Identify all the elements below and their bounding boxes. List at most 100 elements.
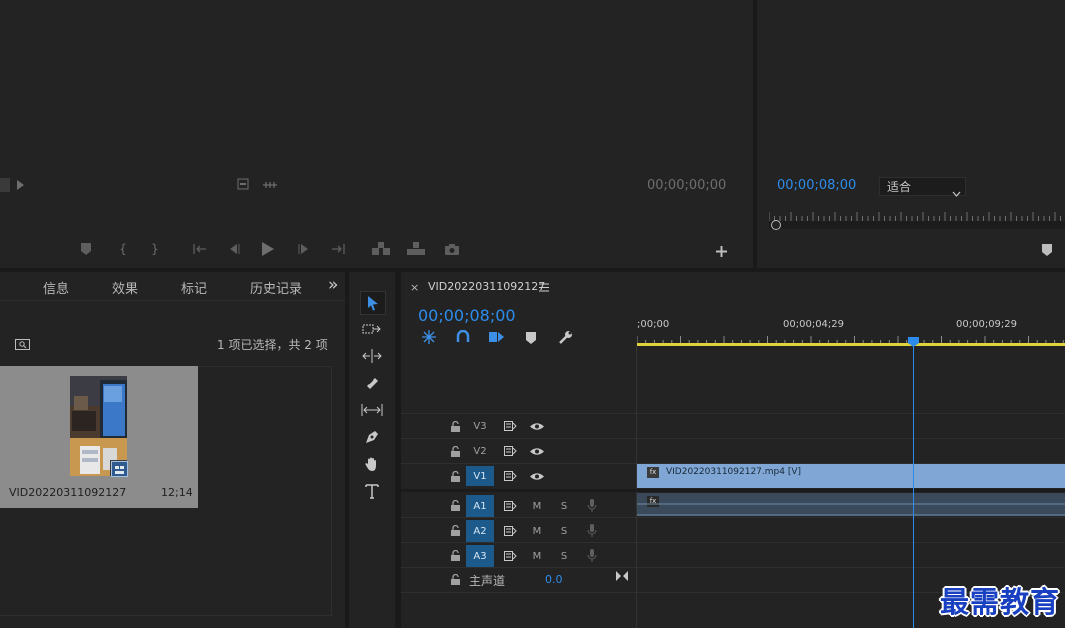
sequence-tab[interactable]: VID20220311092127 xyxy=(428,280,545,293)
program-scroll-track[interactable] xyxy=(769,221,1065,229)
solo-button[interactable]: S xyxy=(557,547,571,565)
microphone-icon[interactable] xyxy=(585,523,599,539)
eye-icon[interactable] xyxy=(529,419,545,433)
add-button-icon[interactable] xyxy=(714,244,728,258)
sequence-menu-icon[interactable] xyxy=(538,281,550,293)
source-monitor: 00;00;00;00 { } xyxy=(0,0,753,268)
track-target-a1[interactable]: A1 xyxy=(466,495,494,517)
audio-waveform xyxy=(637,503,1065,516)
video-clip[interactable]: fx VID20220311092127.mp4 [V] xyxy=(637,464,1065,488)
linked-selection-icon[interactable] xyxy=(488,329,504,345)
audio-clip[interactable]: fx xyxy=(637,493,1065,516)
track-target-v3[interactable]: V3 xyxy=(466,416,494,436)
master-go-to-end-icon[interactable] xyxy=(615,570,629,582)
program-monitor: 00;00;08;00 适合 xyxy=(757,0,1065,268)
go-to-out-icon[interactable] xyxy=(330,242,346,256)
timeline-marker-icon[interactable] xyxy=(524,331,538,345)
track-lock-icon[interactable] xyxy=(449,498,461,512)
search-bin-icon[interactable] xyxy=(14,337,30,351)
clip-fx-badge[interactable]: fx xyxy=(647,467,659,478)
ruler-label-1: 00;00;04;29 xyxy=(783,319,845,330)
sync-lock-icon[interactable] xyxy=(503,549,517,563)
track-separator xyxy=(401,517,1065,518)
microphone-icon[interactable] xyxy=(585,498,599,514)
source-play-arrow-icon[interactable] xyxy=(15,179,25,191)
time-ruler[interactable] xyxy=(636,330,1065,345)
snap-icon[interactable] xyxy=(455,329,471,345)
sync-lock-icon[interactable] xyxy=(503,524,517,538)
nest-sequence-icon[interactable] xyxy=(421,329,437,345)
master-lock-icon[interactable] xyxy=(449,572,461,586)
ruler-label-0: ;00;00 xyxy=(637,319,670,330)
tab-markers[interactable]: 标记 xyxy=(181,278,207,297)
program-marker-icon[interactable] xyxy=(1040,243,1054,257)
master-volume-value[interactable]: 0.0 xyxy=(545,573,563,586)
export-frame-icon[interactable] xyxy=(444,242,460,256)
tab-overflow-button[interactable]: » xyxy=(328,275,338,295)
tab-info[interactable]: 信息 xyxy=(43,278,69,297)
track-lock-icon[interactable] xyxy=(449,548,461,562)
go-to-in-icon[interactable] xyxy=(192,242,208,256)
microphone-icon[interactable] xyxy=(585,548,599,564)
play-icon[interactable] xyxy=(260,241,276,257)
track-lock-icon[interactable] xyxy=(449,469,461,483)
overwrite-icon[interactable] xyxy=(406,241,426,257)
hand-tool-icon[interactable] xyxy=(360,453,384,475)
track-lock-icon[interactable] xyxy=(449,444,461,458)
program-ruler[interactable] xyxy=(768,207,1065,222)
ripple-edit-tool-icon[interactable] xyxy=(360,345,384,367)
sync-lock-icon[interactable] xyxy=(503,499,517,513)
track-target-a3[interactable]: A3 xyxy=(466,545,494,567)
sync-lock-icon[interactable] xyxy=(503,419,517,433)
timeline-settings-wrench-icon[interactable] xyxy=(557,329,573,345)
type-tool-icon[interactable] xyxy=(360,480,384,502)
master-track-label: 主声道 xyxy=(469,574,506,588)
sync-lock-icon[interactable] xyxy=(503,469,517,483)
timeline-timecode[interactable]: 00;00;08;00 xyxy=(418,306,516,325)
mute-button[interactable]: M xyxy=(530,497,544,515)
mute-button[interactable]: M xyxy=(530,547,544,565)
sync-lock-icon[interactable] xyxy=(503,444,517,458)
step-back-icon[interactable] xyxy=(227,242,241,256)
source-zoom-arrow-icon[interactable] xyxy=(0,178,10,192)
add-marker-icon[interactable] xyxy=(79,242,93,256)
mute-button[interactable]: M xyxy=(530,522,544,540)
track-lock-icon[interactable] xyxy=(449,419,461,433)
step-forward-icon[interactable] xyxy=(297,242,311,256)
playhead-handle[interactable] xyxy=(908,332,919,347)
work-area-bar[interactable] xyxy=(637,343,1065,346)
source-settings-icon[interactable] xyxy=(236,177,250,191)
solo-button[interactable]: S xyxy=(557,497,571,515)
track-lock-icon[interactable] xyxy=(449,523,461,537)
zoom-select[interactable]: 适合 xyxy=(879,177,966,197)
track-target-v2[interactable]: V2 xyxy=(466,441,494,461)
mark-out-icon[interactable]: } xyxy=(148,242,162,256)
track-select-tool-icon[interactable] xyxy=(360,318,384,340)
source-drag-video-icon[interactable] xyxy=(262,178,278,192)
slip-tool-icon[interactable] xyxy=(360,399,384,421)
tab-history[interactable]: 历史记录 xyxy=(250,278,302,297)
eye-icon[interactable] xyxy=(529,444,545,458)
playhead-line xyxy=(913,340,914,628)
track-separator xyxy=(401,542,1065,543)
solo-button[interactable]: S xyxy=(557,522,571,540)
razor-tool-icon[interactable] xyxy=(360,372,384,394)
tab-effects[interactable]: 效果 xyxy=(112,278,138,297)
mark-in-icon[interactable]: { xyxy=(116,242,130,256)
program-timecode[interactable]: 00;00;08;00 xyxy=(777,178,856,193)
ruler-label-2: 00;00;09;29 xyxy=(956,319,1018,330)
source-timecode[interactable]: 00;00;00;00 xyxy=(647,178,726,193)
source-view xyxy=(0,0,753,170)
track-target-a2[interactable]: A2 xyxy=(466,520,494,542)
close-sequence-icon[interactable]: × xyxy=(410,281,419,294)
eye-icon[interactable] xyxy=(529,469,545,483)
track-separator xyxy=(401,438,1065,439)
selection-tool-icon[interactable] xyxy=(360,291,386,315)
track-target-v1[interactable]: V1 xyxy=(466,466,494,486)
program-playhead-handle[interactable] xyxy=(771,220,781,230)
chevron-down-icon xyxy=(952,182,961,201)
insert-icon[interactable] xyxy=(371,241,391,257)
av-divider xyxy=(401,489,1065,492)
clip-thumbnail-card[interactable]: VID20220311092127 12;14 xyxy=(0,366,198,508)
pen-tool-icon[interactable] xyxy=(360,426,384,448)
